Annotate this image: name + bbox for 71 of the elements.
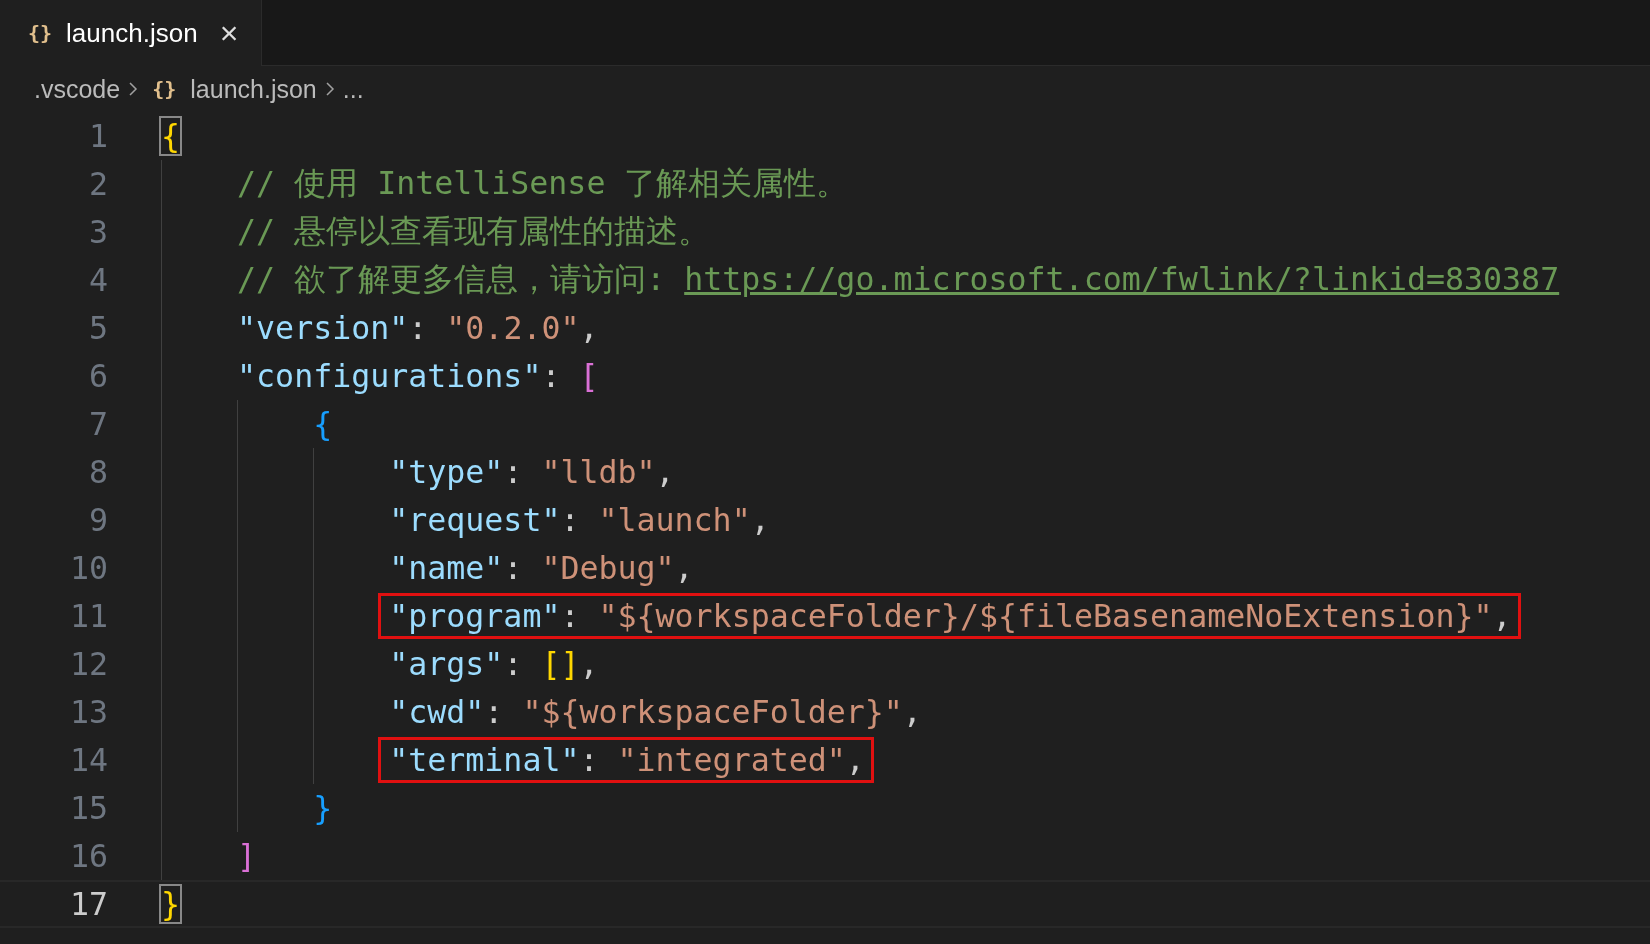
json-key: "type" (389, 454, 504, 490)
code-punctuation: , (1492, 598, 1512, 634)
chevron-right-icon (128, 81, 139, 97)
code-punctuation: , (579, 310, 599, 346)
json-key: "args" (389, 646, 504, 682)
code-punctuation: : (560, 502, 581, 538)
json-key: "request" (389, 502, 561, 538)
line-number: 15 (68, 790, 108, 826)
json-key: "configurations" (237, 358, 542, 394)
line-number: 6 (87, 358, 108, 394)
breadcrumb-item[interactable]: ... (342, 74, 364, 104)
code-comment: // 欲了解更多信息，请访问: (237, 261, 667, 297)
json-string: "${workspaceFolder}" (522, 694, 903, 730)
code-bracket: [ (579, 358, 599, 394)
json-string: "${workspaceFolder}/${fileBasenameNoExtension}" (598, 598, 1493, 634)
line-number: 17 (68, 886, 108, 922)
code-punctuation: : (503, 454, 524, 490)
json-string: "integrated" (617, 742, 846, 778)
json-string: "launch" (598, 502, 751, 538)
json-string: "lldb" (541, 454, 656, 490)
code-punctuation: , (655, 454, 675, 490)
code-punctuation: : (408, 310, 429, 346)
json-string: "Debug" (541, 550, 675, 586)
code-punctuation: : (541, 358, 562, 394)
code-bracket: { (313, 406, 333, 442)
line-number: 5 (87, 310, 108, 346)
json-file-icon: {} (152, 77, 177, 101)
code-bracket: } (161, 886, 181, 922)
code-bracket: ] (237, 838, 257, 874)
line-number: 2 (87, 166, 108, 202)
line-number: 8 (87, 454, 108, 490)
code-bracket: [] (541, 646, 580, 682)
line-number: 1 (87, 118, 108, 154)
code-punctuation: , (579, 646, 599, 682)
chevron-right-icon (324, 81, 335, 97)
code-punctuation: : (503, 550, 524, 586)
code-punctuation: , (750, 502, 770, 538)
json-string: "0.2.0" (446, 310, 580, 346)
json-key: "version" (237, 310, 409, 346)
line-number: 14 (68, 742, 108, 778)
tab-label: launch.json (66, 17, 198, 49)
code-punctuation: : (560, 598, 581, 634)
line-number: 4 (87, 262, 108, 298)
json-key: "terminal" (389, 742, 580, 778)
breadcrumb-item[interactable]: launch.json (190, 74, 317, 104)
code-punctuation: , (674, 550, 694, 586)
code-punctuation: , (902, 694, 922, 730)
line-number: 16 (68, 838, 108, 874)
code-comment: // 悬停以查看现有属性的描述。 (237, 213, 711, 249)
code-punctuation: : (484, 694, 505, 730)
line-number: 3 (87, 214, 108, 250)
code-bracket: } (313, 790, 333, 826)
code-bracket: { (161, 118, 181, 154)
comment-link[interactable]: https://go.microsoft.com/fwlink/?linkid=830387 (684, 261, 1560, 297)
close-icon[interactable]: × (219, 14, 239, 52)
line-number: 9 (87, 502, 108, 538)
breadcrumb-item[interactable]: .vscode (34, 74, 121, 104)
code-punctuation: , (845, 742, 865, 778)
editor-tab[interactable]: {} launch.json × (0, 0, 262, 66)
json-file-icon: {} (28, 21, 53, 45)
json-key: "program" (389, 598, 561, 634)
code-punctuation: : (579, 742, 600, 778)
line-number: 13 (68, 694, 108, 730)
line-number: 11 (68, 598, 108, 634)
json-key: "name" (389, 550, 504, 586)
code-comment: // 使用 IntelliSense 了解相关属性。 (237, 165, 849, 201)
code-punctuation: : (503, 646, 524, 682)
json-key: "cwd" (389, 694, 485, 730)
line-number: 12 (68, 646, 108, 682)
line-number: 7 (87, 406, 108, 442)
line-number: 10 (68, 550, 108, 586)
